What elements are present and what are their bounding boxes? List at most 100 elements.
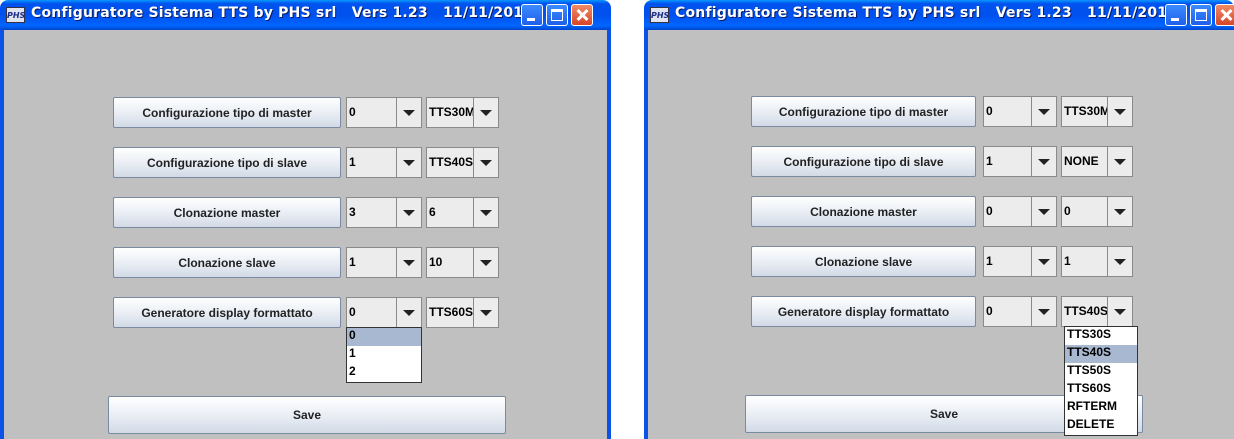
app-icon: PHS [6,7,25,23]
slave-id-combo[interactable]: 1 [346,147,422,178]
display-generator-button[interactable]: Generatore display formattato [113,297,341,328]
chevron-down-icon[interactable] [1031,197,1056,226]
dropdown-option[interactable]: TTS30S [1065,327,1137,345]
combo-value: 1 [986,254,993,268]
window-title: Configuratore Sistema TTS by PHS srl Ver… [31,5,534,21]
chevron-down-icon[interactable] [1107,147,1132,176]
right-window: PHS Configuratore Sistema TTS by PHS srl… [644,0,1234,439]
title-bar[interactable]: PHS Configuratore Sistema TTS by PHS srl… [0,0,611,30]
combo-value: 0 [986,304,993,318]
maximize-icon [551,9,563,21]
chevron-down-icon[interactable] [1031,97,1056,126]
close-button[interactable] [571,4,593,26]
slave-model-combo[interactable]: TTS40S [426,147,499,178]
window-frame-right [607,30,611,439]
maximize-icon [1195,9,1207,21]
master-id-combo[interactable]: 0 [346,97,422,128]
combo-value: 0 [986,204,993,218]
display-model-combo[interactable]: TTS60S [426,297,499,328]
chevron-down-icon[interactable] [473,248,498,277]
minimize-icon [527,18,535,21]
save-button[interactable]: Save [108,396,506,434]
combo-value: 1 [986,154,993,168]
chevron-down-icon[interactable] [1031,247,1056,276]
clone-slave-button[interactable]: Clonazione slave [751,246,976,277]
dropdown-option[interactable]: 0 [347,328,421,346]
dropdown-option[interactable]: TTS50S [1065,363,1137,381]
dropdown-option[interactable]: 2 [347,364,421,382]
config-slave-type-button[interactable]: Configurazione tipo di slave [113,147,341,178]
dropdown-option[interactable]: RFTERM [1065,399,1137,417]
slave-id-combo[interactable]: 1 [983,146,1057,177]
app-icon: PHS [650,7,669,23]
close-button[interactable] [1215,4,1234,26]
chevron-down-icon[interactable] [396,148,421,177]
clone-master-source-combo[interactable]: 0 [983,196,1057,227]
combo-value: 6 [429,205,436,219]
chevron-down-icon[interactable] [396,248,421,277]
chevron-down-icon[interactable] [1107,197,1132,226]
chevron-down-icon[interactable] [473,198,498,227]
chevron-down-icon[interactable] [1107,247,1132,276]
close-icon [572,5,592,25]
combo-value: 0 [349,105,356,119]
combo-value: 0 [349,305,356,319]
chevron-down-icon[interactable] [1107,97,1132,126]
clone-master-target-combo[interactable]: 0 [1061,196,1133,227]
display-id-combo[interactable]: 0 [346,297,422,328]
display-generator-button[interactable]: Generatore display formattato [751,296,976,327]
config-slave-type-button[interactable]: Configurazione tipo di slave [751,146,976,177]
clone-slave-source-combo[interactable]: 1 [346,247,422,278]
clone-master-button[interactable]: Clonazione master [113,197,341,228]
dropdown-list: 0 1 2 [346,327,422,383]
minimize-icon [1171,18,1179,21]
combo-value: TTS30M [429,105,476,119]
chevron-down-icon[interactable] [396,98,421,127]
maximize-button[interactable] [1190,4,1212,26]
chevron-down-icon[interactable] [1031,297,1056,326]
maximize-button[interactable] [546,4,568,26]
dropdown-option[interactable]: 1 [347,346,421,364]
dropdown-option[interactable]: TTS60S [1065,381,1137,399]
display-model-combo[interactable]: TTS40S [1061,296,1133,327]
clone-master-button[interactable]: Clonazione master [751,196,976,227]
chevron-down-icon[interactable] [1031,147,1056,176]
combo-value: 3 [349,205,356,219]
config-master-type-button[interactable]: Configurazione tipo di master [113,97,341,128]
chevron-down-icon[interactable] [396,198,421,227]
combo-value: 1 [1064,254,1071,268]
slave-model-combo[interactable]: NONE [1061,146,1133,177]
display-id-combo[interactable]: 0 [983,296,1057,327]
chevron-down-icon[interactable] [473,148,498,177]
master-model-combo[interactable]: TTS30M [1061,96,1133,127]
clone-slave-target-combo[interactable]: 10 [426,247,499,278]
dropdown-option[interactable]: TTS40S [1065,345,1137,363]
combo-value: 10 [429,255,443,269]
clone-master-target-combo[interactable]: 6 [426,197,499,228]
combo-value: 1 [349,255,356,269]
dropdown-option[interactable]: DELETE [1065,417,1137,435]
chevron-down-icon[interactable] [1107,297,1132,326]
combo-value: 1 [349,155,356,169]
master-id-combo[interactable]: 0 [983,96,1057,127]
config-master-type-button[interactable]: Configurazione tipo di master [751,96,976,127]
combo-value: 0 [1064,204,1071,218]
clone-slave-target-combo[interactable]: 1 [1061,246,1133,277]
client-area [648,30,1234,439]
dropdown-list: TTS30S TTS40S TTS50S TTS60S RFTERM DELET… [1064,326,1138,436]
combo-value: TTS40S [1064,304,1109,318]
title-bar[interactable]: PHS Configuratore Sistema TTS by PHS srl… [644,0,1234,30]
combo-value: TTS30M [1064,104,1111,118]
minimize-button[interactable] [1165,4,1187,26]
close-icon [1216,5,1234,25]
chevron-down-icon[interactable] [473,98,498,127]
chevron-down-icon[interactable] [396,298,421,327]
minimize-button[interactable] [521,4,543,26]
chevron-down-icon[interactable] [473,298,498,327]
combo-value: 0 [986,104,993,118]
master-model-combo[interactable]: TTS30M [426,97,499,128]
clone-master-source-combo[interactable]: 3 [346,197,422,228]
left-window: PHS Configuratore Sistema TTS by PHS srl… [0,0,611,439]
clone-slave-source-combo[interactable]: 1 [983,246,1057,277]
clone-slave-button[interactable]: Clonazione slave [113,247,341,278]
